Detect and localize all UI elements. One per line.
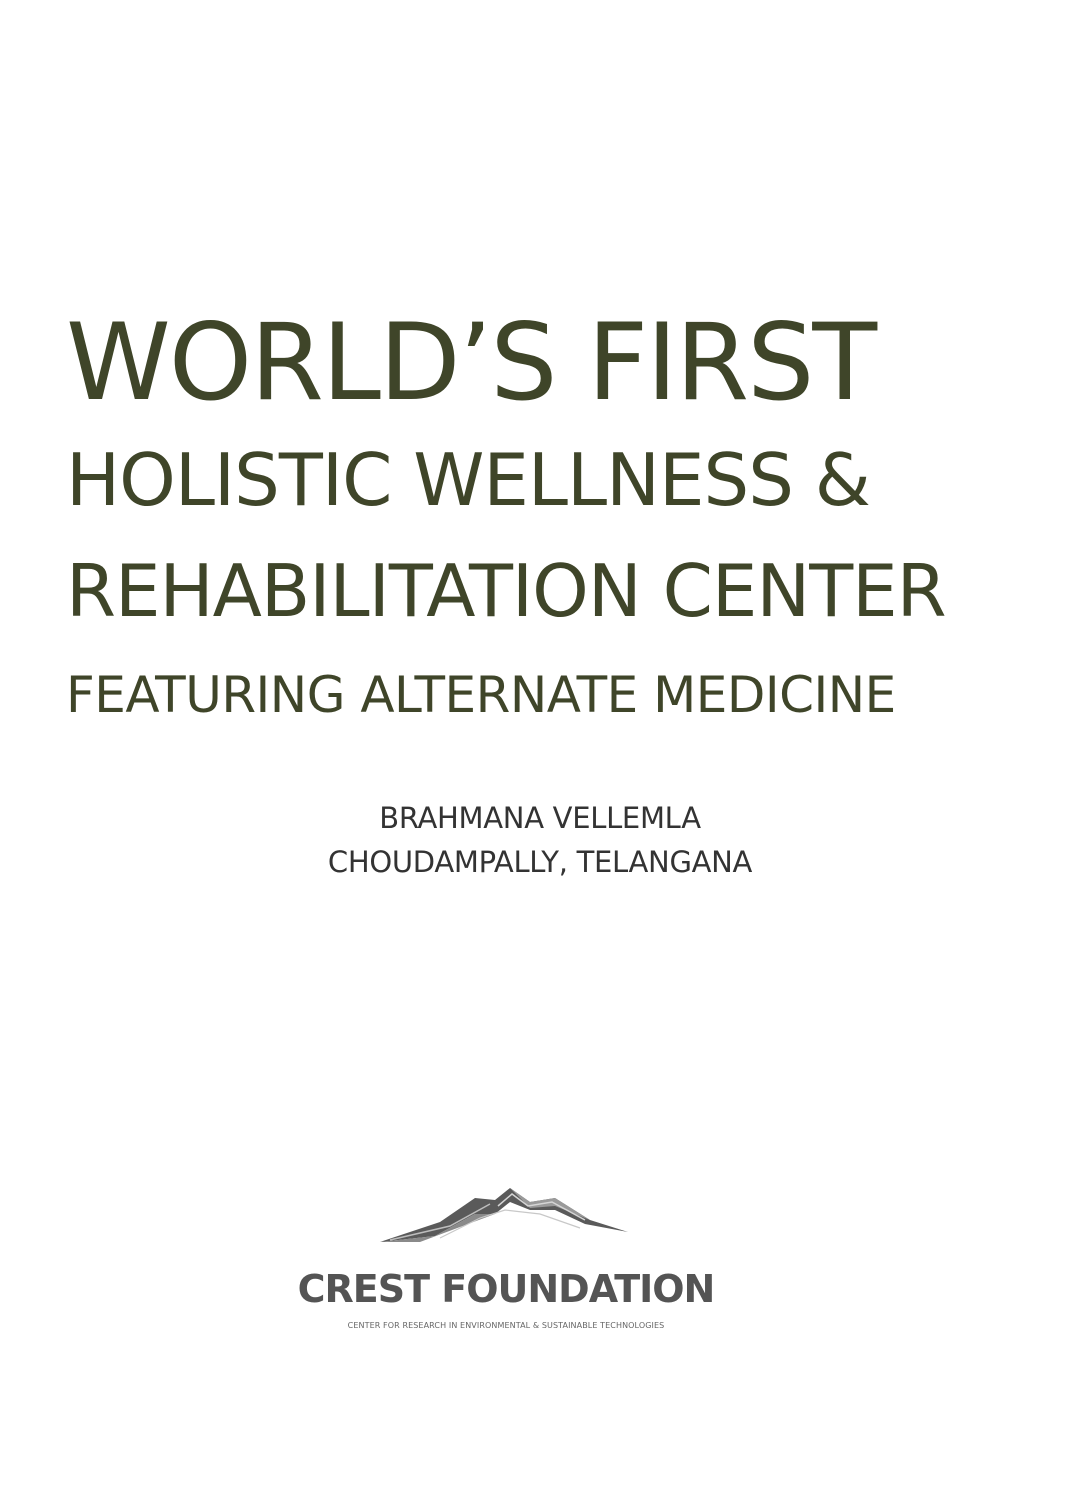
title-line-3: REHABILITATION CENTER: [66, 549, 947, 633]
organization-name: CREST FOUNDATION: [297, 1267, 716, 1311]
location-line-2: CHOUDAMPALLY, TELANGANA: [327, 845, 753, 879]
mountains-logo-icon: [380, 1180, 630, 1250]
subtitle: FEATURING ALTERNATE MEDICINE: [66, 666, 896, 724]
title-line-2: HOLISTIC WELLNESS &: [66, 438, 871, 522]
location-line-1: BRAHMANA VELLEMLA: [379, 801, 701, 835]
title-line-1: WORLD’S FIRST: [66, 301, 877, 424]
organization-tagline: CENTER FOR RESEARCH IN ENVIRONMENTAL & S…: [347, 1321, 665, 1330]
cover-page: WORLD’S FIRST HOLISTIC WELLNESS & REHABI…: [0, 0, 1080, 1500]
